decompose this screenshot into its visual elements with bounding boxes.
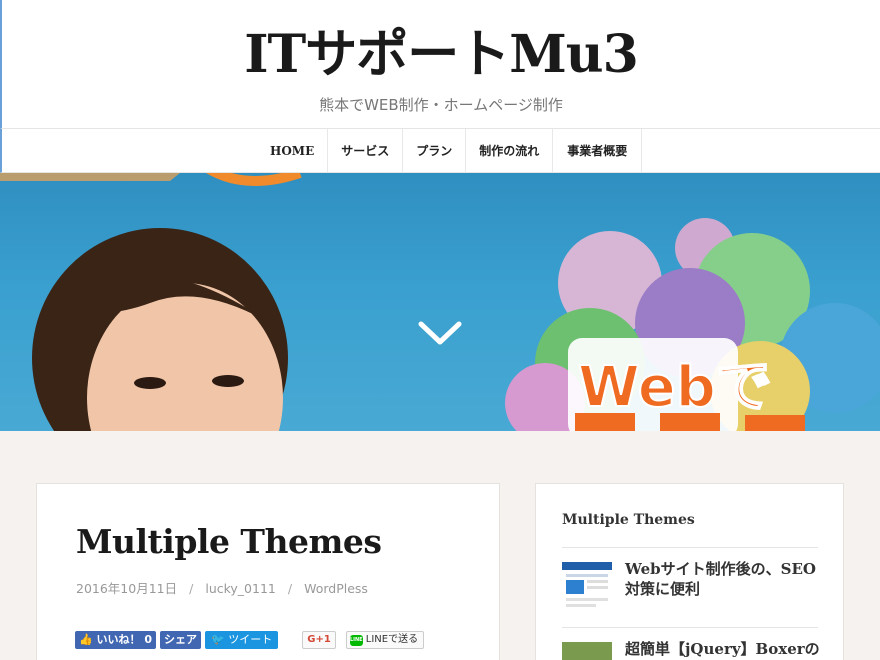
widget-divider	[562, 627, 818, 628]
left-eye	[134, 377, 166, 389]
share-buttons: 👍 いいね！ 0 シェア 🐦 ツイート G+1 LINE LINEで送る	[75, 630, 425, 650]
meta-separator: /	[189, 581, 194, 596]
post-category[interactable]: WordPless	[304, 581, 368, 596]
sidebar-widget: Multiple Themes Webサイト制作後の、SEO対策に便利 超簡単【…	[535, 483, 844, 660]
meta-separator: /	[287, 581, 293, 596]
nav-item-plan[interactable]: プラン	[403, 129, 467, 173]
right-eye	[212, 375, 244, 387]
post-meta: 2016年10月11日 / lucky_0111 / WordPless	[76, 578, 368, 597]
line-send-button[interactable]: LINE LINEで送る	[345, 631, 425, 649]
nav-item-about[interactable]: 事業者概要	[553, 129, 643, 173]
hero-image: Webで	[0, 173, 880, 431]
nav-item-service[interactable]: サービス	[328, 129, 404, 173]
site-header: ITサポートMu3 熊本でWEB制作・ホームページ制作	[0, 0, 880, 128]
widget-item[interactable]: 超簡単【jQuery】Boxerの導	[562, 640, 825, 660]
tweet-button[interactable]: 🐦 ツイート	[205, 631, 279, 649]
site-title[interactable]: ITサポートMu3	[2, 12, 880, 87]
post-card: Multiple Themes 2016年10月11日 / lucky_0111 / W…	[36, 483, 500, 660]
nav-list: HOME サービス プラン 制作の流れ 事業者概要	[257, 129, 643, 173]
google-plus-button[interactable]: G+1	[302, 631, 336, 649]
widget-title: Multiple Themes	[562, 512, 695, 528]
nav-item-flow[interactable]: 制作の流れ	[466, 129, 554, 173]
orange-band	[0, 173, 180, 181]
promo-text-partial-1	[575, 413, 635, 431]
promo-text: Webで	[578, 355, 772, 420]
main-nav: HOME サービス プラン 制作の流れ 事業者概要	[0, 128, 880, 173]
tweet-label: ツイート	[228, 633, 273, 646]
site-description: 熊本でWEB制作・ホームページ制作	[319, 96, 563, 114]
widget-item-thumbnail[interactable]	[562, 562, 612, 612]
line-logo-icon: LINE	[349, 634, 363, 646]
widget-divider	[562, 547, 818, 548]
promo-text-partial-2	[660, 413, 720, 431]
thumbs-up-icon: 👍	[79, 633, 93, 646]
like-label: いいね！ 0	[96, 633, 153, 646]
widget-item-title[interactable]: 超簡単【jQuery】Boxerの導	[625, 640, 825, 660]
promo-text-partial-3	[745, 415, 805, 431]
widget-item[interactable]: Webサイト制作後の、SEO対策に便利	[562, 560, 825, 612]
widget-item-title[interactable]: Webサイト制作後の、SEO対策に便利	[625, 560, 825, 599]
facebook-like-button[interactable]: 👍 いいね！ 0	[75, 631, 157, 649]
hero-illustration: Webで	[0, 173, 880, 431]
orange-swoosh	[206, 173, 302, 186]
twitter-bird-icon: 🐦	[211, 633, 225, 646]
nav-item-home[interactable]: HOME	[257, 129, 329, 173]
chevron-down-icon[interactable]	[417, 318, 463, 348]
post-title[interactable]: Multiple Themes	[76, 522, 382, 561]
post-date[interactable]: 2016年10月11日	[76, 581, 177, 596]
facebook-share-button[interactable]: シェア	[160, 631, 202, 649]
line-label: LINEで送る	[365, 634, 419, 645]
widget-item-thumbnail[interactable]	[562, 642, 612, 660]
post-author[interactable]: lucky_0111	[205, 581, 276, 596]
